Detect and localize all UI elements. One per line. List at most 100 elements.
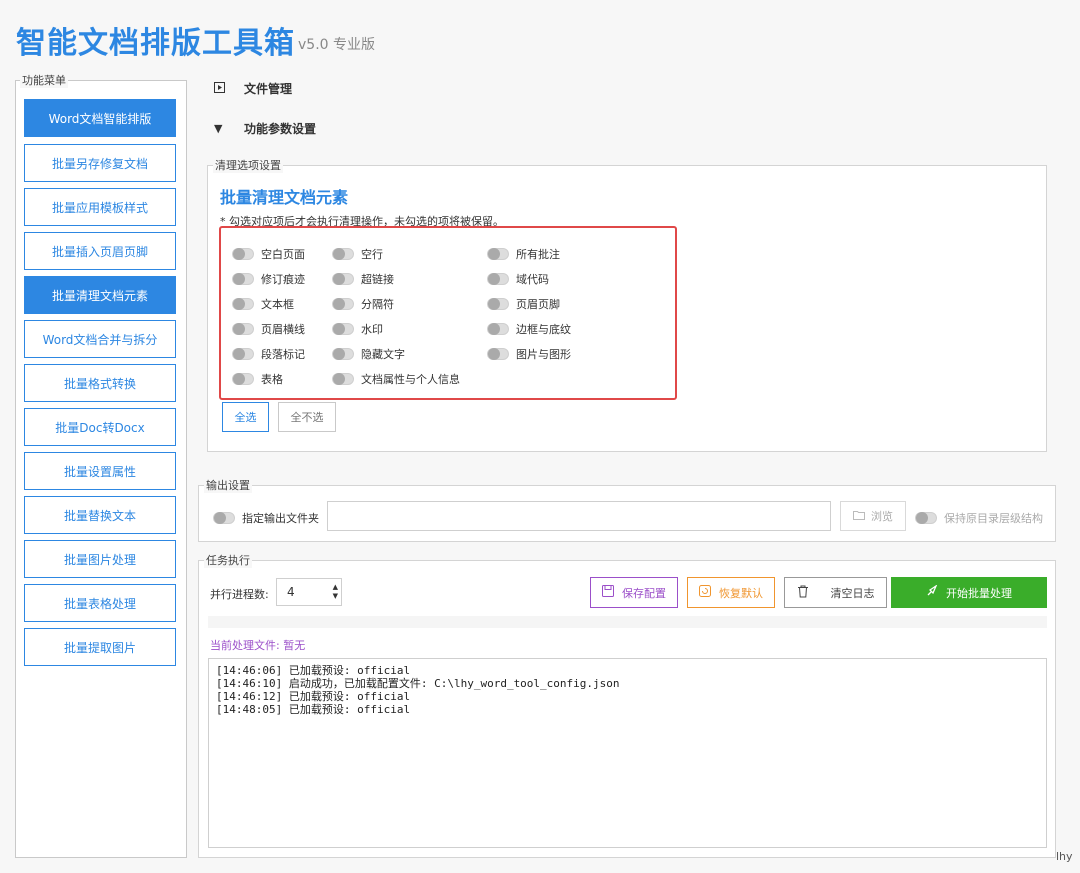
parallel-label: 并行进程数:	[210, 588, 269, 601]
toggle-images-shapes[interactable]: 图片与图形	[487, 346, 571, 362]
toggle-output-folder[interactable]: 指定输出文件夹	[213, 510, 319, 526]
log-line: [14:48:05] 已加载预设: official	[216, 703, 411, 716]
toggle-switch[interactable]	[487, 348, 509, 360]
section-params[interactable]: ▼ 功能参数设置	[214, 120, 316, 137]
menu-item-batch-table-process[interactable]: 批量表格处理	[24, 584, 176, 622]
toggle-label: 水印	[361, 323, 383, 336]
log-line: [14:46:10] 启动成功，已加载配置文件: C:\lhy_word_too…	[216, 677, 620, 690]
toggle-textbox[interactable]: 文本框	[232, 296, 294, 312]
menu-item-batch-apply-template[interactable]: 批量应用模板样式	[24, 188, 176, 226]
restore-default-button[interactable]: 恢复默认	[687, 577, 775, 608]
output-settings-title: 输出设置	[204, 477, 252, 493]
save-config-button[interactable]: 保存配置	[590, 577, 678, 608]
toggle-tables[interactable]: 表格	[232, 371, 283, 387]
menu-item-batch-image-process[interactable]: 批量图片处理	[24, 540, 176, 578]
toggle-header-line[interactable]: 页眉横线	[232, 321, 305, 337]
menu-item-word-merge-split[interactable]: Word文档合并与拆分	[24, 320, 176, 358]
toggle-switch[interactable]	[332, 273, 354, 285]
toggle-switch[interactable]	[232, 348, 254, 360]
browse-button[interactable]: 浏览	[840, 501, 906, 531]
toggle-label: 段落标记	[261, 348, 305, 361]
select-none-button[interactable]: 全不选	[278, 402, 336, 432]
start-batch-button[interactable]: 开始批量处理	[891, 577, 1047, 608]
toggle-blank-page[interactable]: 空白页面	[232, 246, 305, 262]
toggle-switch[interactable]	[232, 323, 254, 335]
toggle-hidden-text[interactable]: 隐藏文字	[332, 346, 405, 362]
menu-item-batch-format-convert[interactable]: 批量格式转换	[24, 364, 176, 402]
log-line: [14:46:06] 已加载预设: official	[216, 664, 411, 677]
menu-item-batch-save-repair[interactable]: 批量另存修复文档	[24, 144, 176, 182]
progress-area	[208, 616, 1047, 628]
toggle-switch[interactable]	[332, 373, 354, 385]
menu-item-word-smart-format[interactable]: Word文档智能排版	[24, 99, 176, 137]
task-group-title: 任务执行	[204, 552, 252, 568]
function-menu-title: 功能菜单	[20, 72, 68, 88]
restore-icon	[699, 585, 711, 600]
toggle-label: 超链接	[361, 273, 394, 286]
toggle-header-footer[interactable]: 页眉页脚	[487, 296, 560, 312]
toggle-empty-lines[interactable]: 空行	[332, 246, 383, 262]
folder-icon	[853, 510, 865, 523]
app-title: 智能文档排版工具箱	[16, 26, 295, 61]
toggle-revisions[interactable]: 修订痕迹	[232, 271, 305, 287]
toggle-doc-properties[interactable]: 文档属性与个人信息	[332, 371, 460, 387]
toggle-switch[interactable]	[332, 348, 354, 360]
toggle-label: 文档属性与个人信息	[361, 373, 460, 386]
toggle-hyperlinks[interactable]: 超链接	[332, 271, 394, 287]
toggle-switch[interactable]	[332, 323, 354, 335]
toggle-label: 指定输出文件夹	[242, 512, 319, 525]
toggle-switch[interactable]	[487, 248, 509, 260]
menu-item-batch-header-footer[interactable]: 批量插入页眉页脚	[24, 232, 176, 270]
toggle-label: 图片与图形	[516, 348, 571, 361]
menu-item-batch-clean-elements[interactable]: 批量清理文档元素	[24, 276, 176, 314]
output-path-input[interactable]	[327, 501, 831, 531]
toggle-borders-shading[interactable]: 边框与底纹	[487, 321, 571, 337]
toggle-label: 空行	[361, 248, 383, 261]
toggle-watermark[interactable]: 水印	[332, 321, 383, 337]
toggle-label: 边框与底纹	[516, 323, 571, 336]
section-params-label: 功能参数设置	[244, 122, 317, 136]
clear-log-button[interactable]: 清空日志	[784, 577, 887, 608]
menu-item-batch-set-properties[interactable]: 批量设置属性	[24, 452, 176, 490]
toggle-label: 修订痕迹	[261, 273, 305, 286]
toggle-switch[interactable]	[332, 248, 354, 260]
clean-title: 批量清理文档元素	[220, 188, 349, 207]
toggle-switch[interactable]	[915, 512, 937, 524]
toggle-switch[interactable]	[232, 373, 254, 385]
toggle-switch[interactable]	[232, 273, 254, 285]
current-file-label: 当前处理文件: 暂无	[210, 639, 306, 652]
browse-label: 浏览	[871, 510, 893, 523]
toggle-label: 域代码	[516, 273, 549, 286]
clear-log-label: 清空日志	[830, 586, 875, 600]
spin-arrows-icon[interactable]: ▲ ▼	[333, 583, 338, 601]
log-output[interactable]: [14:46:06] 已加载预设: official [14:46:10] 启动…	[208, 658, 1047, 848]
toggle-all-comments[interactable]: 所有批注	[487, 246, 560, 262]
app-window: 智能文档排版工具箱 v5.0 专业版 功能菜单 Word文档智能排版 批量另存修…	[0, 0, 1080, 873]
toggle-label: 分隔符	[361, 298, 394, 311]
caret-down-icon: ▼	[214, 122, 223, 135]
menu-item-batch-doc-to-docx[interactable]: 批量Doc转Docx	[24, 408, 176, 446]
toggle-label: 文本框	[261, 298, 294, 311]
section-file-manage[interactable]: 文件管理	[214, 80, 292, 97]
toggle-switch[interactable]	[213, 512, 235, 524]
toggle-field-codes[interactable]: 域代码	[487, 271, 549, 287]
menu-item-batch-replace-text[interactable]: 批量替换文本	[24, 496, 176, 534]
parallel-spinbox[interactable]: 4 ▲ ▼	[276, 578, 342, 606]
toggle-keep-structure[interactable]: 保持原目录层级结构	[915, 510, 1043, 526]
select-all-button[interactable]: 全选	[222, 402, 269, 432]
trash-icon	[797, 585, 809, 601]
toggle-switch[interactable]	[487, 323, 509, 335]
app-version: v5.0 专业版	[298, 37, 375, 53]
toggle-label: 所有批注	[516, 248, 560, 261]
menu-item-batch-extract-images[interactable]: 批量提取图片	[24, 628, 176, 666]
play-icon	[214, 81, 244, 96]
toggle-separators[interactable]: 分隔符	[332, 296, 394, 312]
toggle-switch[interactable]	[232, 298, 254, 310]
toggle-label: 隐藏文字	[361, 348, 405, 361]
toggle-switch[interactable]	[232, 248, 254, 260]
toggle-switch[interactable]	[332, 298, 354, 310]
toggle-paragraph-marks[interactable]: 段落标记	[232, 346, 305, 362]
restore-default-label: 恢复默认	[719, 586, 763, 600]
toggle-switch[interactable]	[487, 298, 509, 310]
toggle-switch[interactable]	[487, 273, 509, 285]
